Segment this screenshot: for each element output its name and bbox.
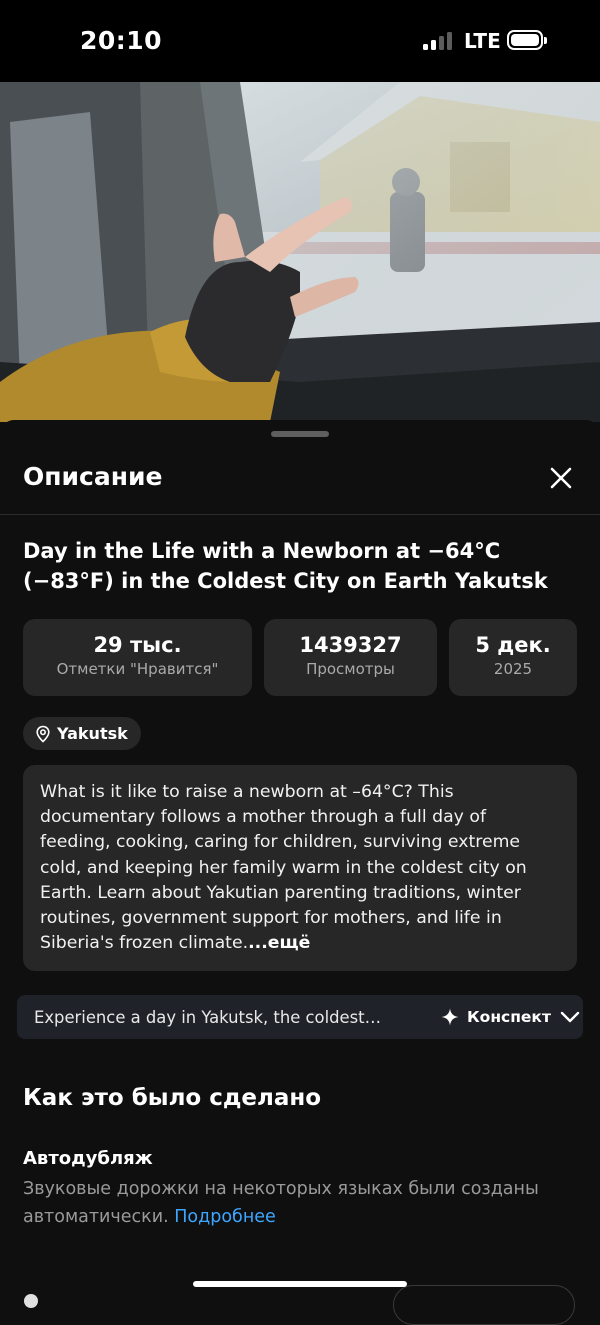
summary-button-label: Конспект: [467, 1008, 551, 1026]
description-body: What is it like to raise a newborn at –6…: [40, 782, 527, 954]
views-stat: 1439327 Просмотры: [264, 619, 437, 696]
likes-label: Отметки "Нравится": [56, 660, 219, 678]
summary-text: Experience a day in Yakutsk, the coldest…: [34, 1008, 381, 1027]
date-stat: 5 дек. 2025: [449, 619, 577, 696]
how-made-title: Как это было сделано: [23, 1085, 322, 1111]
autodub-text: Звуковые дорожки на некоторых языках был…: [23, 1175, 583, 1231]
views-label: Просмотры: [306, 660, 395, 678]
summary-button[interactable]: Конспект: [441, 1003, 580, 1031]
autodub-title: Автодубляж: [23, 1148, 153, 1169]
description-text: What is it like to raise a newborn at –6…: [40, 780, 561, 956]
drag-handle[interactable]: [271, 431, 329, 437]
signal-icon: [423, 32, 453, 50]
likes-value: 29 тыс.: [93, 633, 182, 657]
video-player[interactable]: [0, 82, 600, 422]
show-more-link[interactable]: ...ещё: [248, 933, 310, 953]
views-value: 1439327: [299, 633, 402, 657]
date-value: 5 дек.: [475, 633, 551, 657]
battery-icon: [507, 30, 547, 50]
location-chip[interactable]: Yakutsk: [23, 717, 141, 750]
ai-summary-bar[interactable]: Experience a day in Yakutsk, the coldest…: [17, 995, 583, 1039]
close-icon[interactable]: [546, 463, 576, 493]
autodub-description: Звуковые дорожки на некоторых языках был…: [23, 1179, 539, 1227]
video-title: Day in the Life with a Newborn at −64°C …: [23, 539, 548, 593]
network-type: LTE: [464, 29, 501, 53]
home-indicator[interactable]: [193, 1281, 407, 1287]
next-item-avatar: [24, 1294, 38, 1308]
status-time: 20:10: [80, 26, 163, 55]
chevron-down-icon: [560, 1011, 580, 1023]
sparkle-icon: [441, 1008, 459, 1026]
likes-stat: 29 тыс. Отметки "Нравится": [23, 619, 252, 696]
sheet-title: Описание: [23, 462, 163, 491]
location-pin-icon: [36, 725, 50, 743]
description-box[interactable]: What is it like to raise a newborn at –6…: [23, 765, 577, 971]
next-item-button[interactable]: [393, 1285, 575, 1325]
header-divider: [0, 514, 600, 515]
location-label: Yakutsk: [57, 724, 128, 743]
status-bar: 20:10 LTE: [0, 0, 600, 82]
video-thumbnail: [0, 82, 600, 422]
date-year: 2025: [493, 660, 533, 678]
learn-more-link[interactable]: Подробнее: [174, 1207, 276, 1227]
